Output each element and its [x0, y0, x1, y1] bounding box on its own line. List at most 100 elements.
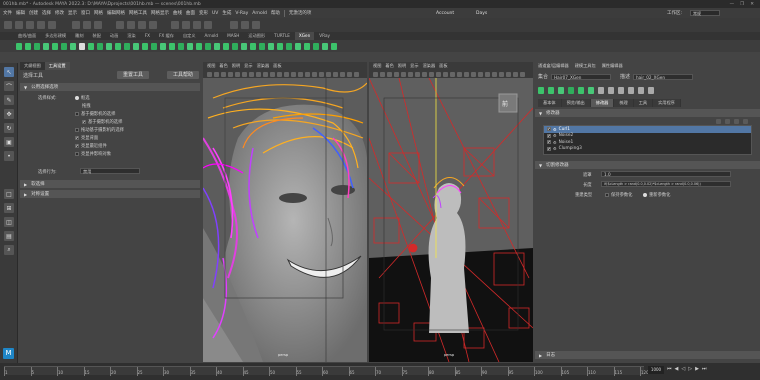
two-pane-icon[interactable]: ◫ — [4, 217, 14, 227]
menu-13[interactable]: 变形 — [199, 10, 208, 16]
section-symmetry[interactable]: ▶ 对称设置 — [20, 190, 200, 198]
shelf-tab-1[interactable]: 多边形建模 — [41, 32, 70, 40]
menu-16[interactable]: V-Ray — [235, 11, 248, 16]
maximize-button[interactable]: ❐ — [740, 2, 744, 7]
menu-10[interactable]: 网格显示 — [151, 10, 169, 16]
xgen-toolbar-icon[interactable] — [578, 86, 584, 94]
xgen-shelf-icon[interactable] — [322, 42, 328, 50]
xgen-shelf-icon[interactable] — [169, 42, 175, 50]
xgen-shelf-icon[interactable] — [43, 42, 49, 50]
viewport-tool-icon[interactable] — [401, 71, 406, 77]
option-checkbox[interactable]: ✔ 基于摄影机的选择 — [82, 119, 122, 125]
viewport-tool-icon[interactable] — [485, 71, 490, 77]
viewport-tool-icon[interactable] — [207, 71, 212, 77]
xgen-shelf-icon[interactable] — [196, 42, 202, 50]
select-object-icon[interactable] — [83, 21, 91, 29]
menu-3[interactable]: 选择 — [42, 10, 51, 16]
length-expression-field[interactable]: if($cLength > rand(0.0,0.02)*$cLength > … — [601, 181, 731, 187]
viewport-menu-2[interactable]: 照明 — [398, 62, 406, 70]
modifier-enable-checkbox[interactable]: ✔ — [547, 146, 551, 151]
xgen-tab-0[interactable]: 基本体 — [538, 99, 562, 107]
viewport-menu-5[interactable]: 面板 — [439, 62, 447, 70]
lasso-tool-icon[interactable]: ⌒ — [4, 81, 14, 91]
viewport-tool-icon[interactable] — [333, 71, 338, 77]
time-slider[interactable]: 1 5 10 15 20 25 30 35 40 45 50 55 60 65 70 75 80 85 90 95 10… — [4, 366, 649, 376]
snap-curve-icon[interactable] — [127, 21, 135, 29]
select-style-radio[interactable]: 框选 — [75, 95, 90, 101]
xgen-shelf-icon[interactable] — [304, 42, 310, 50]
menu-18[interactable]: 帮助 — [271, 10, 280, 16]
tab-tool-settings[interactable]: 工具设置 — [44, 62, 70, 70]
tab-outliner[interactable]: 大纲视图 — [20, 62, 45, 70]
play-forward-icon[interactable]: ▷ — [688, 366, 692, 372]
viewport-tool-icon[interactable] — [284, 71, 289, 77]
viewport-tool-icon[interactable] — [298, 71, 303, 77]
xgen-shelf-icon[interactable] — [250, 42, 256, 50]
viewport-tool-icon[interactable] — [263, 71, 268, 77]
shelf-tab-4[interactable]: 动画 — [106, 32, 122, 40]
viewport-tool-icon[interactable] — [457, 71, 462, 77]
step-forward-icon[interactable]: ▶ — [695, 366, 699, 372]
viewport-left[interactable]: persp — [203, 78, 367, 362]
option-checkbox[interactable]: ✔ 亮显背面 — [75, 135, 98, 141]
xgen-tab-2[interactable]: 修改器 — [590, 99, 615, 107]
xgen-shelf-icon[interactable] — [124, 42, 130, 50]
collection-dropdown[interactable]: Hair07_XGen — [551, 73, 612, 80]
xgen-shelf-icon[interactable] — [241, 42, 247, 50]
menu-6[interactable]: 窗口 — [81, 10, 90, 16]
reset-tool-button[interactable]: 重置工具 — [117, 71, 150, 79]
option-checkbox[interactable]: 基于摄影机的选择 — [75, 111, 115, 117]
xgen-shelf-icon[interactable] — [268, 42, 274, 50]
viewport-tool-icon[interactable] — [319, 71, 324, 77]
viewport-menu-5[interactable]: 面板 — [273, 62, 281, 70]
right-top-tab-2[interactable]: 属性编辑器 — [602, 62, 623, 70]
menu-4[interactable]: 修改 — [55, 10, 64, 16]
viewport-tool-icon[interactable] — [354, 71, 359, 77]
section-modifiers[interactable]: ▼ 修改器 — [535, 109, 760, 117]
menu-0[interactable]: 文件 — [3, 10, 12, 16]
viewport-tool-icon[interactable] — [221, 71, 226, 77]
shelf-tab-12[interactable]: TURTLE — [270, 32, 294, 40]
right-top-tab-1[interactable]: 建模工具包 — [575, 62, 596, 70]
xgen-shelf-icon[interactable] — [106, 42, 112, 50]
xgen-shelf-icon[interactable] — [52, 42, 58, 50]
new-scene-icon[interactable] — [4, 21, 12, 29]
viewport-tool-icon[interactable] — [380, 71, 385, 77]
undo-icon[interactable] — [37, 21, 45, 29]
save-scene-icon[interactable] — [26, 21, 34, 29]
viewport-tool-icon[interactable] — [312, 71, 317, 77]
viewport-tool-icon[interactable] — [291, 71, 296, 77]
viewport-menu-4[interactable]: 渲染器 — [423, 62, 436, 70]
account-button[interactable]: Account — [436, 11, 454, 16]
shelf-tab-14[interactable]: VRay — [315, 32, 334, 40]
xgen-shelf-icon[interactable] — [205, 42, 211, 50]
viewport-tool-icon[interactable] — [249, 71, 254, 77]
render-icon[interactable] — [171, 21, 179, 29]
viewport-menu-0[interactable]: 视图 — [373, 62, 381, 70]
viewport-tool-icon[interactable] — [478, 71, 483, 77]
viewport-menu-3[interactable]: 显示 — [244, 62, 252, 70]
viewport-menu-1[interactable]: 着色 — [219, 62, 227, 70]
menu-11[interactable]: 曲线 — [173, 10, 182, 16]
xgen-shelf-icon[interactable] — [61, 42, 67, 50]
viewport-tool-icon[interactable] — [422, 71, 427, 77]
delete-icon[interactable] — [743, 118, 748, 124]
menu-17[interactable]: Arnold — [252, 11, 267, 16]
menu-7[interactable]: 网格 — [94, 10, 103, 16]
move-tool-icon[interactable]: ✥ — [4, 109, 14, 119]
xgen-toolbar-icon[interactable] — [648, 86, 654, 94]
xgen-toolbar-icon[interactable] — [558, 86, 564, 94]
viewport-tool-icon[interactable] — [235, 71, 240, 77]
vray-render-icon[interactable] — [241, 21, 249, 29]
drag-option[interactable]: 拖拽 — [82, 103, 91, 109]
paint-select-icon[interactable]: ✎ — [4, 95, 14, 105]
xgen-shelf-icon[interactable] — [70, 42, 76, 50]
viewport-tool-icon[interactable] — [387, 71, 392, 77]
tool-help-button[interactable]: 工具帮助 — [167, 71, 200, 79]
viewport-tool-icon[interactable] — [492, 71, 497, 77]
shelf-tab-0[interactable]: 曲线/曲面 — [14, 32, 40, 40]
snap-point-icon[interactable] — [138, 21, 146, 29]
xgen-tab-1[interactable]: 预览/输出 — [561, 99, 591, 107]
xgen-shelf-icon[interactable] — [313, 42, 319, 50]
redo-icon[interactable] — [48, 21, 56, 29]
